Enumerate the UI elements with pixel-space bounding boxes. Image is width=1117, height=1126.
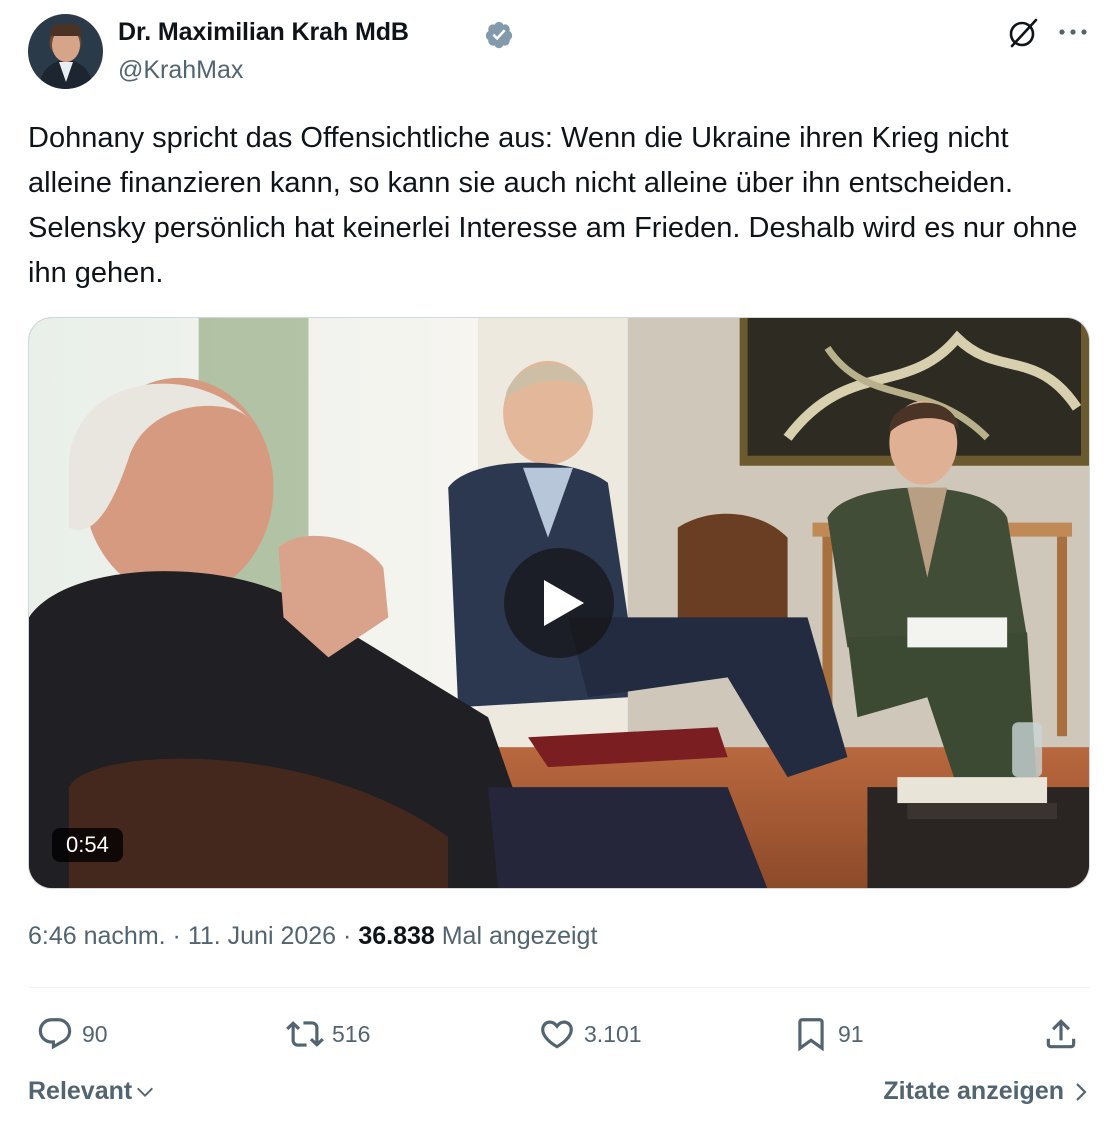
chevron-down-icon xyxy=(137,1087,154,1097)
author-name[interactable]: Dr. Maximilian Krah MdB xyxy=(118,18,409,47)
tweet-time[interactable]: 6:46 nachm. xyxy=(28,922,166,950)
repost-icon xyxy=(286,1021,324,1047)
sort-dropdown[interactable]: Relevant xyxy=(28,1077,156,1106)
reply-button[interactable]: 90 xyxy=(36,1008,108,1060)
bookmark-count: 91 xyxy=(838,1020,864,1047)
heart-icon xyxy=(541,1020,573,1049)
verified-badge-icon xyxy=(485,21,513,49)
play-icon xyxy=(544,580,584,626)
action-bar: 90 516 3.101 91 xyxy=(28,1008,1090,1060)
video-duration: 0:54 xyxy=(52,828,123,862)
repost-count: 516 xyxy=(332,1020,371,1047)
views-label: Mal angezeigt xyxy=(441,922,598,950)
divider xyxy=(28,987,1090,988)
meta-separator: · xyxy=(165,922,188,950)
share-button[interactable] xyxy=(1042,1008,1080,1060)
views-count: 36.838 xyxy=(358,922,435,950)
share-icon xyxy=(1046,1019,1076,1049)
tweet-date[interactable]: 11. Juni 2026 xyxy=(188,922,336,950)
meta-separator-2: · xyxy=(336,922,359,950)
chevron-right-icon xyxy=(1076,1082,1087,1101)
sort-label: Relevant xyxy=(28,1077,133,1105)
repost-button[interactable]: 516 xyxy=(286,1008,370,1060)
avatar[interactable] xyxy=(28,14,103,89)
tweet-header: Dr. Maximilian Krah MdB @KrahMax xyxy=(28,14,1090,90)
bookmark-button[interactable]: 91 xyxy=(792,1008,864,1060)
tweet-meta: 6:46 nachm. · 11. Juni 2026 · 36.838 Mal… xyxy=(28,922,597,951)
quotes-link[interactable]: Zitate anzeigen xyxy=(883,1077,1090,1106)
reply-count: 90 xyxy=(82,1020,108,1047)
quotes-label: Zitate anzeigen xyxy=(883,1077,1064,1105)
like-count: 3.101 xyxy=(584,1020,642,1047)
bookmark-icon xyxy=(798,1018,824,1052)
grok-icon[interactable] xyxy=(1006,16,1040,50)
author-handle[interactable]: @KrahMax xyxy=(118,56,243,85)
like-button[interactable]: 3.101 xyxy=(538,1008,642,1060)
video-player[interactable]: 0:54 xyxy=(28,317,1090,889)
more-icon[interactable] xyxy=(1056,20,1090,44)
play-button[interactable] xyxy=(504,548,614,658)
reply-icon xyxy=(38,1018,72,1050)
tweet-text: Dohnany spricht das Offensichtliche aus:… xyxy=(28,122,1078,289)
